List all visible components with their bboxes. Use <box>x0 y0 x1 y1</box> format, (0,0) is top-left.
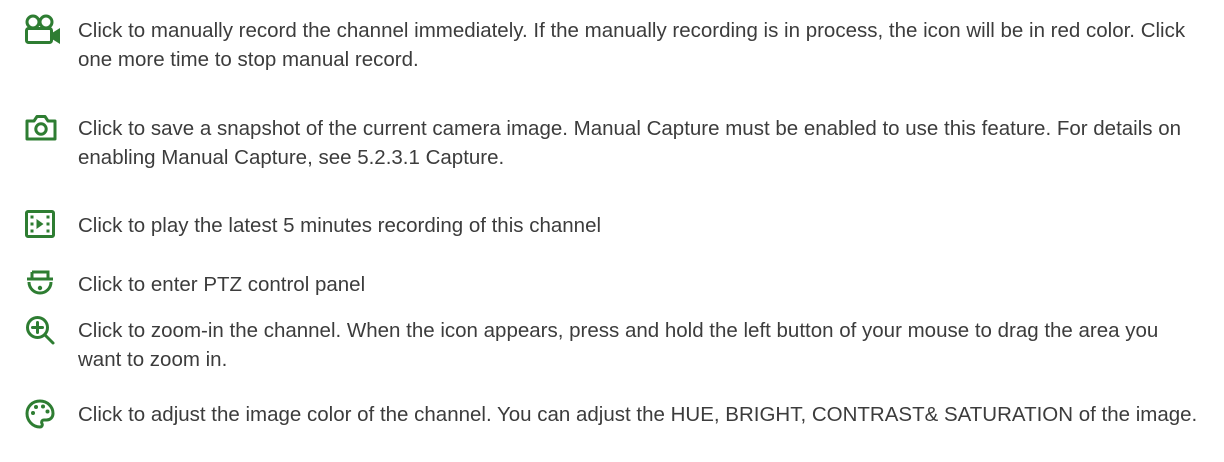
list-item-snapshot: Click to save a snapshot of the current … <box>24 112 1204 172</box>
list-item-zoom-in: Click to zoom-in the channel. When the i… <box>24 314 1204 374</box>
ptz-dome-icon <box>24 268 64 302</box>
list-item-text: Click to zoom-in the channel. When the i… <box>78 319 1159 371</box>
list-item-text: Click to enter PTZ control panel <box>78 273 366 296</box>
camera-icon <box>24 112 64 146</box>
list-item-text: Click to save a snapshot of the current … <box>78 117 1182 169</box>
list-item-image-color: Click to adjust the image color of the c… <box>24 398 1204 432</box>
list-item-manual-record: Click to manually record the channel imm… <box>24 14 1204 74</box>
video-camera-icon <box>24 14 64 48</box>
list-item-text: Click to play the latest 5 minutes recor… <box>78 214 602 237</box>
list-item-playback: Click to play the latest 5 minutes recor… <box>24 209 1204 243</box>
playback-icon <box>24 209 64 243</box>
list-item-ptz: Click to enter PTZ control panel <box>24 268 1204 302</box>
zoom-in-icon <box>24 314 64 348</box>
list-item-text: Click to adjust the image color of the c… <box>78 403 1198 426</box>
color-palette-icon <box>24 398 64 432</box>
list-item-text: Click to manually record the channel imm… <box>78 19 1186 71</box>
